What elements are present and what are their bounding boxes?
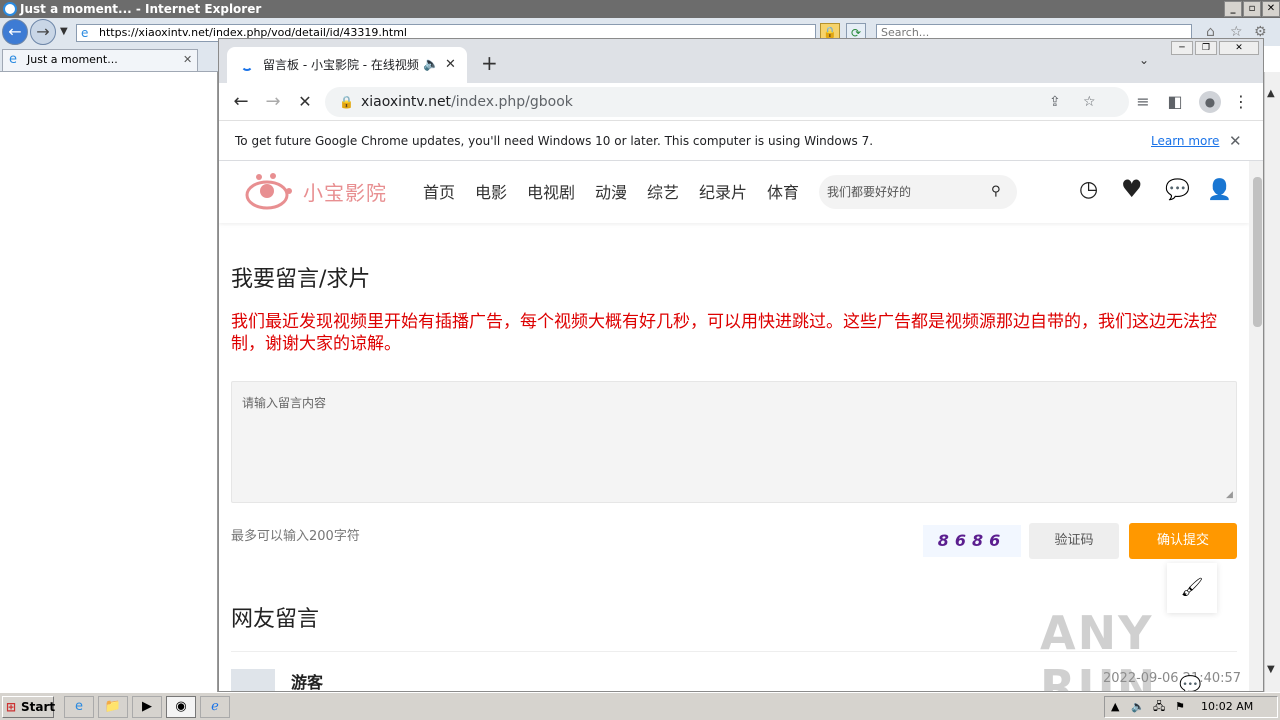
message-textarea[interactable]: 请输入留言内容 ◢: [231, 381, 1237, 503]
volume-icon[interactable]: 🔈: [1131, 697, 1145, 717]
chrome-close-button[interactable]: ✕: [1219, 41, 1259, 55]
favorites-heart-icon[interactable]: ♥: [1121, 175, 1143, 203]
search-icon[interactable]: ⚲: [991, 175, 1001, 209]
ie-forward-button[interactable]: →: [30, 19, 56, 45]
chrome-restore-button[interactable]: ❐: [1195, 41, 1217, 55]
chrome-toolbar: ← → ✕ 🔒 xiaoxintv.net/index.php/gbook ⇪ …: [219, 83, 1263, 121]
stop-loading-icon[interactable]: ✕: [293, 90, 317, 114]
ie-restore-button[interactable]: ▫: [1243, 1, 1261, 17]
tray-expand-icon[interactable]: ▲: [1111, 697, 1119, 717]
windows-taskbar: ⊞ Start e 📁 ▶ ◉ ℯ ▲ 🔈 🖧 ⚑ 10:02 AM: [0, 692, 1280, 720]
avatar: [231, 669, 275, 691]
ie-history-dropdown-icon[interactable]: ▼: [60, 26, 68, 37]
close-icon[interactable]: ✕: [183, 50, 192, 70]
start-label: Start: [21, 700, 56, 714]
new-tab-icon[interactable]: +: [481, 51, 498, 75]
chrome-window: 留言板 - 小宝影院 - 在线视频 🔈 ✕ + ⌄ ─ ❐ ✕ ← → ✕ 🔒 …: [218, 38, 1264, 692]
history-clock-icon[interactable]: ◷: [1079, 177, 1098, 202]
ie-tab[interactable]: e Just a moment... ✕: [2, 49, 198, 71]
message-bubble-icon[interactable]: 💬: [1165, 177, 1190, 201]
tab-search-chevron-icon[interactable]: ⌄: [1139, 53, 1149, 67]
site-search-input[interactable]: 我们都要好好的 ⚲: [819, 175, 1017, 209]
comment-username: 游客: [291, 673, 324, 692]
windows-logo-icon: ⊞: [6, 700, 17, 714]
chrome-infobar: To get future Google Chrome updates, you…: [219, 121, 1263, 161]
flag-icon[interactable]: ⚑: [1175, 697, 1185, 717]
chrome-tab[interactable]: 留言板 - 小宝影院 - 在线视频 🔈 ✕: [227, 47, 467, 83]
infobar-close-icon[interactable]: ✕: [1229, 121, 1242, 161]
chrome-omnibox[interactable]: 🔒 xiaoxintv.net/index.php/gbook ⇪ ☆: [325, 87, 1129, 117]
ie-tab-label: Just a moment...: [27, 53, 118, 66]
share-icon[interactable]: ⇪: [1049, 87, 1061, 117]
submit-button[interactable]: 确认提交: [1129, 523, 1237, 559]
taskbar-chrome-icon[interactable]: ◉: [166, 696, 196, 718]
captcha-image[interactable]: 8686: [923, 525, 1021, 557]
taskbar-edge-icon[interactable]: ℯ: [200, 696, 230, 718]
learn-more-link[interactable]: Learn more: [1151, 121, 1219, 161]
ie-minimize-button[interactable]: _: [1224, 1, 1242, 17]
clock: 10:02 AM: [1201, 700, 1254, 713]
system-tray: ▲ 🔈 🖧 ⚑ 10:02 AM: [1104, 696, 1278, 718]
ie-logo-icon: [3, 2, 17, 16]
start-button[interactable]: ⊞ Start: [2, 696, 56, 718]
message-placeholder: 请输入留言内容: [242, 396, 327, 410]
side-panel-icon[interactable]: ◧: [1163, 90, 1187, 114]
reading-list-icon[interactable]: ≡: [1131, 90, 1155, 114]
infobar-message: To get future Google Chrome updates, you…: [235, 134, 874, 148]
nav-item-movies[interactable]: 电影: [475, 179, 507, 203]
scrollbar-thumb[interactable]: [1253, 177, 1262, 327]
ie-vertical-scrollbar[interactable]: ▲ ▼: [1264, 72, 1280, 692]
comments-title: 网友留言: [231, 607, 320, 632]
forward-arrow-icon[interactable]: →: [261, 90, 285, 114]
ie-page-icon: e: [81, 26, 89, 40]
loading-spinner-icon: [241, 59, 253, 71]
menu-kebab-icon[interactable]: ⋮: [1229, 90, 1253, 114]
logo-text: 小宝影院: [303, 181, 387, 205]
site-logo[interactable]: 小宝影院: [243, 171, 403, 211]
logo-mascot-icon: [245, 173, 292, 210]
nav-item-sports[interactable]: 体育: [767, 179, 799, 203]
ie-title-bar: Just a moment... - Internet Explorer: [0, 0, 1280, 18]
resize-handle-icon[interactable]: ◢: [1226, 490, 1233, 500]
char-limit-hint: 最多可以输入200字符: [231, 529, 360, 544]
chrome-tab-title: 留言板 - 小宝影院 - 在线视频: [263, 58, 419, 72]
taskbar-explorer-icon[interactable]: 📁: [98, 696, 128, 718]
brush-icon: 🖌: [1180, 577, 1204, 598]
ie-window-title: Just a moment... - Internet Explorer: [20, 2, 262, 16]
secure-lock-icon: 🔒: [339, 95, 354, 109]
site-header: 小宝影院 首页 电影 电视剧 动漫 综艺 纪录片 体育 我们都要好好的 ⚲ ◷ …: [219, 161, 1249, 223]
nav-item-home[interactable]: 首页: [423, 179, 455, 203]
omnibox-host: xiaoxintv.net: [361, 94, 452, 110]
bookmark-star-icon[interactable]: ☆: [1083, 87, 1096, 117]
nav-item-variety[interactable]: 综艺: [647, 179, 679, 203]
ie-content-area: [0, 72, 218, 692]
ie-back-button[interactable]: ←: [2, 19, 28, 45]
chrome-minimize-button[interactable]: ─: [1171, 41, 1193, 55]
tab-close-icon[interactable]: ✕: [445, 47, 456, 83]
site-search-placeholder: 我们都要好好的: [827, 185, 912, 199]
captcha-input[interactable]: 验证码: [1029, 523, 1119, 559]
chrome-tab-strip: 留言板 - 小宝影院 - 在线视频 🔈 ✕ + ⌄ ─ ❐ ✕: [219, 39, 1263, 83]
nav-item-tv[interactable]: 电视剧: [527, 179, 575, 203]
nav-item-anime[interactable]: 动漫: [595, 179, 627, 203]
nav-item-documentary[interactable]: 纪录片: [699, 179, 747, 203]
audio-speaker-icon[interactable]: 🔈: [423, 47, 439, 83]
notice-text: 我们最近发现视频里开始有插播广告，每个视频大概有好几秒，可以用快进跳过。这些广告…: [231, 312, 1217, 354]
taskbar-media-player-icon[interactable]: ▶: [132, 696, 162, 718]
taskbar-ie-icon[interactable]: e: [64, 696, 94, 718]
omnibox-path: /index.php/gbook: [451, 94, 573, 110]
network-icon[interactable]: 🖧: [1153, 697, 1165, 717]
user-icon[interactable]: 👤: [1207, 177, 1232, 201]
page-title: 我要留言/求片: [231, 267, 371, 292]
ie-tab-icon: e: [9, 52, 17, 67]
scroll-up-icon[interactable]: ▲: [1267, 88, 1275, 99]
ie-tab-strip: e Just a moment... ✕: [0, 46, 218, 72]
profile-avatar-icon[interactable]: ●: [1199, 91, 1221, 113]
back-arrow-icon[interactable]: ←: [229, 90, 253, 114]
ie-close-button[interactable]: ✕: [1262, 1, 1280, 17]
